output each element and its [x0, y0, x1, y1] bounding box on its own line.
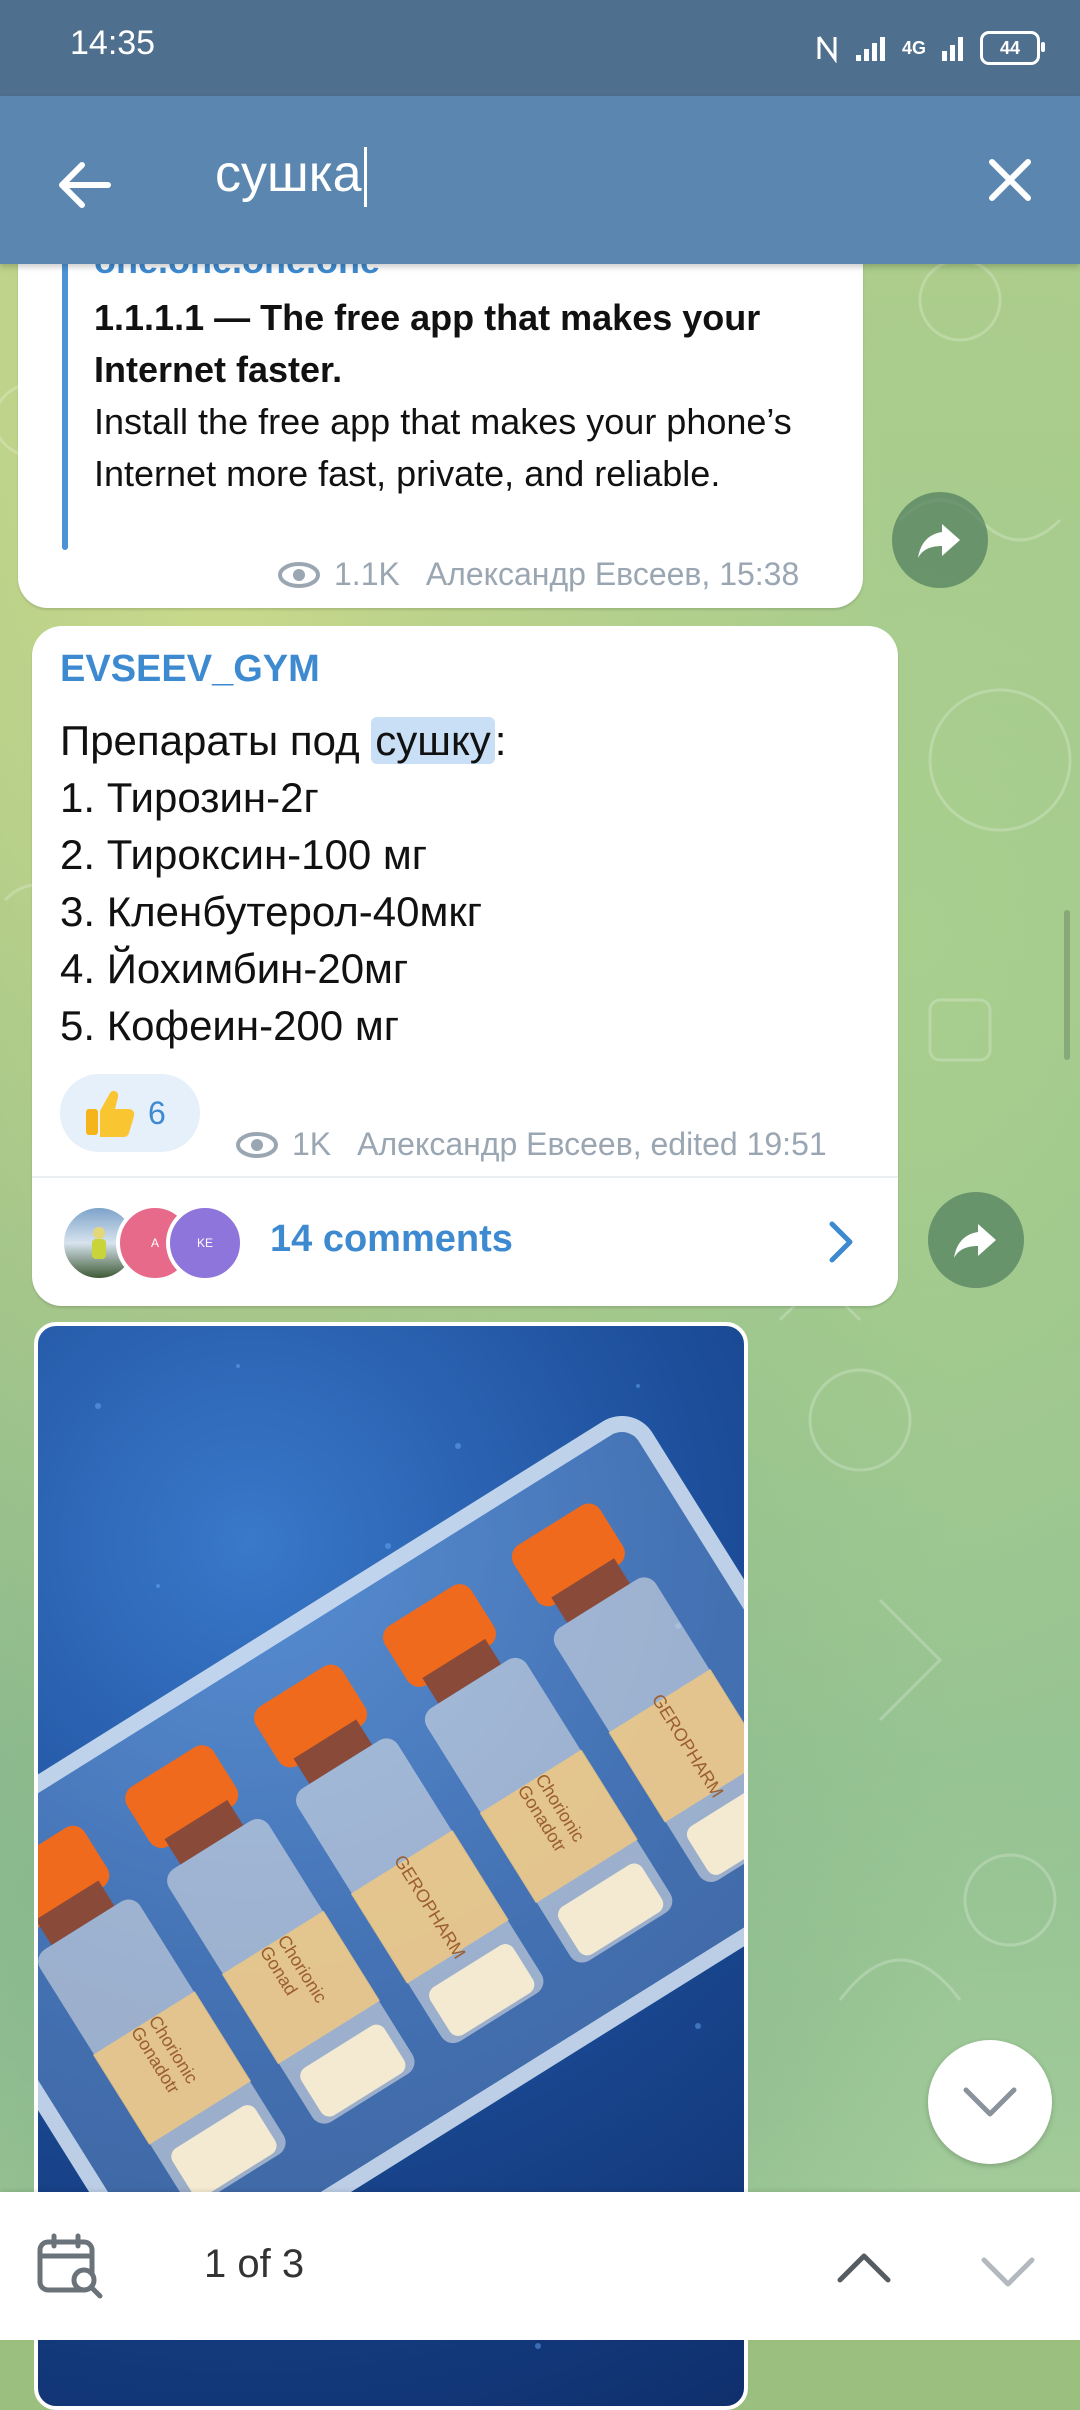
link-preview-accent-bar — [62, 250, 68, 550]
view-count: 1K — [292, 1126, 332, 1162]
signal-icon-2 — [942, 37, 963, 61]
post-list-item: 3. Кленбутерол-40мкг — [60, 888, 483, 935]
link-preview-site[interactable]: one.one.one.one — [94, 264, 380, 282]
thumbs-up-icon — [86, 1090, 135, 1137]
share-arrow-icon — [918, 524, 960, 558]
search-header: сушка — [0, 96, 1080, 264]
signal-icon — [855, 37, 885, 61]
search-result-counter: 1 of 3 — [204, 2242, 305, 2286]
status-icons: 4G 44 — [814, 26, 1045, 70]
status-bar: 14:35 4G 44 — [0, 0, 1080, 96]
share-arrow-icon — [954, 1224, 996, 1258]
reaction-count: 6 — [148, 1094, 166, 1131]
post-line-1-end: : — [494, 717, 507, 764]
person-photo-icon — [92, 1227, 106, 1259]
network-type: 4G — [901, 37, 926, 58]
avatar: KE — [166, 1204, 244, 1282]
message-meta-2: 1K Александр Евсеев, edited 19:51 — [236, 1126, 827, 1163]
views-icon — [278, 561, 320, 588]
avatar-initials: A — [150, 1236, 159, 1250]
chevron-right-icon — [829, 1221, 853, 1263]
nfc-icon — [817, 36, 837, 63]
search-query: сушка — [215, 145, 362, 203]
comments-link[interactable]: 14 comments — [270, 1218, 513, 1261]
post-list-item: 5. Кофеин-200 мг — [60, 1002, 400, 1049]
message-meta-1: 1.1K Александр Евсеев, 15:38 — [278, 556, 799, 593]
post-text: Препараты под сушку: 1. Тирозин-2г 2. Ти… — [60, 712, 860, 1054]
chevron-down-icon — [963, 2087, 1017, 2117]
reaction-thumbs-up[interactable]: 6 — [60, 1074, 200, 1152]
post-line-1-start: Препараты под — [60, 717, 372, 764]
avatar-initials: KE — [196, 1236, 213, 1250]
battery-level: 44 — [999, 37, 1021, 58]
author-time: Александр Евсеев, 15:38 — [425, 556, 800, 592]
chevron-down-icon[interactable] — [978, 2252, 1038, 2292]
scroll-to-bottom-button[interactable] — [928, 2040, 1052, 2164]
link-site-clip: one.one.one.one — [94, 264, 854, 286]
status-time: 14:35 — [70, 24, 156, 62]
text-cursor — [363, 147, 367, 208]
calendar-search-icon[interactable] — [36, 2232, 106, 2302]
post-list-item: 1. Тирозин-2г — [60, 774, 319, 821]
close-icon[interactable] — [980, 150, 1040, 210]
post-list-item: 4. Йохимбин-20мг — [60, 945, 409, 992]
back-arrow-icon[interactable] — [50, 150, 120, 220]
battery-icon: 44 — [980, 31, 1045, 65]
channel-name[interactable]: EVSEEV_GYM — [60, 648, 320, 691]
post-list-item: 2. Тироксин-100 мг — [60, 831, 428, 878]
view-count: 1.1K — [334, 556, 400, 592]
share-button[interactable] — [892, 492, 988, 588]
search-results-bar: 1 of 3 — [0, 2192, 1080, 2340]
post-line-1: Препараты под сушку: — [60, 712, 860, 769]
views-icon — [236, 1131, 278, 1158]
link-preview-title[interactable]: 1.1.1.1 — The free app that makes your I… — [94, 292, 854, 396]
chevron-up-icon[interactable] — [834, 2248, 894, 2288]
share-button[interactable] — [928, 1192, 1024, 1288]
search-highlight: сушку — [371, 717, 495, 764]
scrollbar[interactable] — [1064, 910, 1070, 1060]
link-preview-description: Install the free app that makes your pho… — [94, 401, 792, 494]
search-input[interactable]: сушка — [215, 144, 367, 208]
author-time: Александр Евсеев, edited 19:51 — [357, 1126, 827, 1162]
